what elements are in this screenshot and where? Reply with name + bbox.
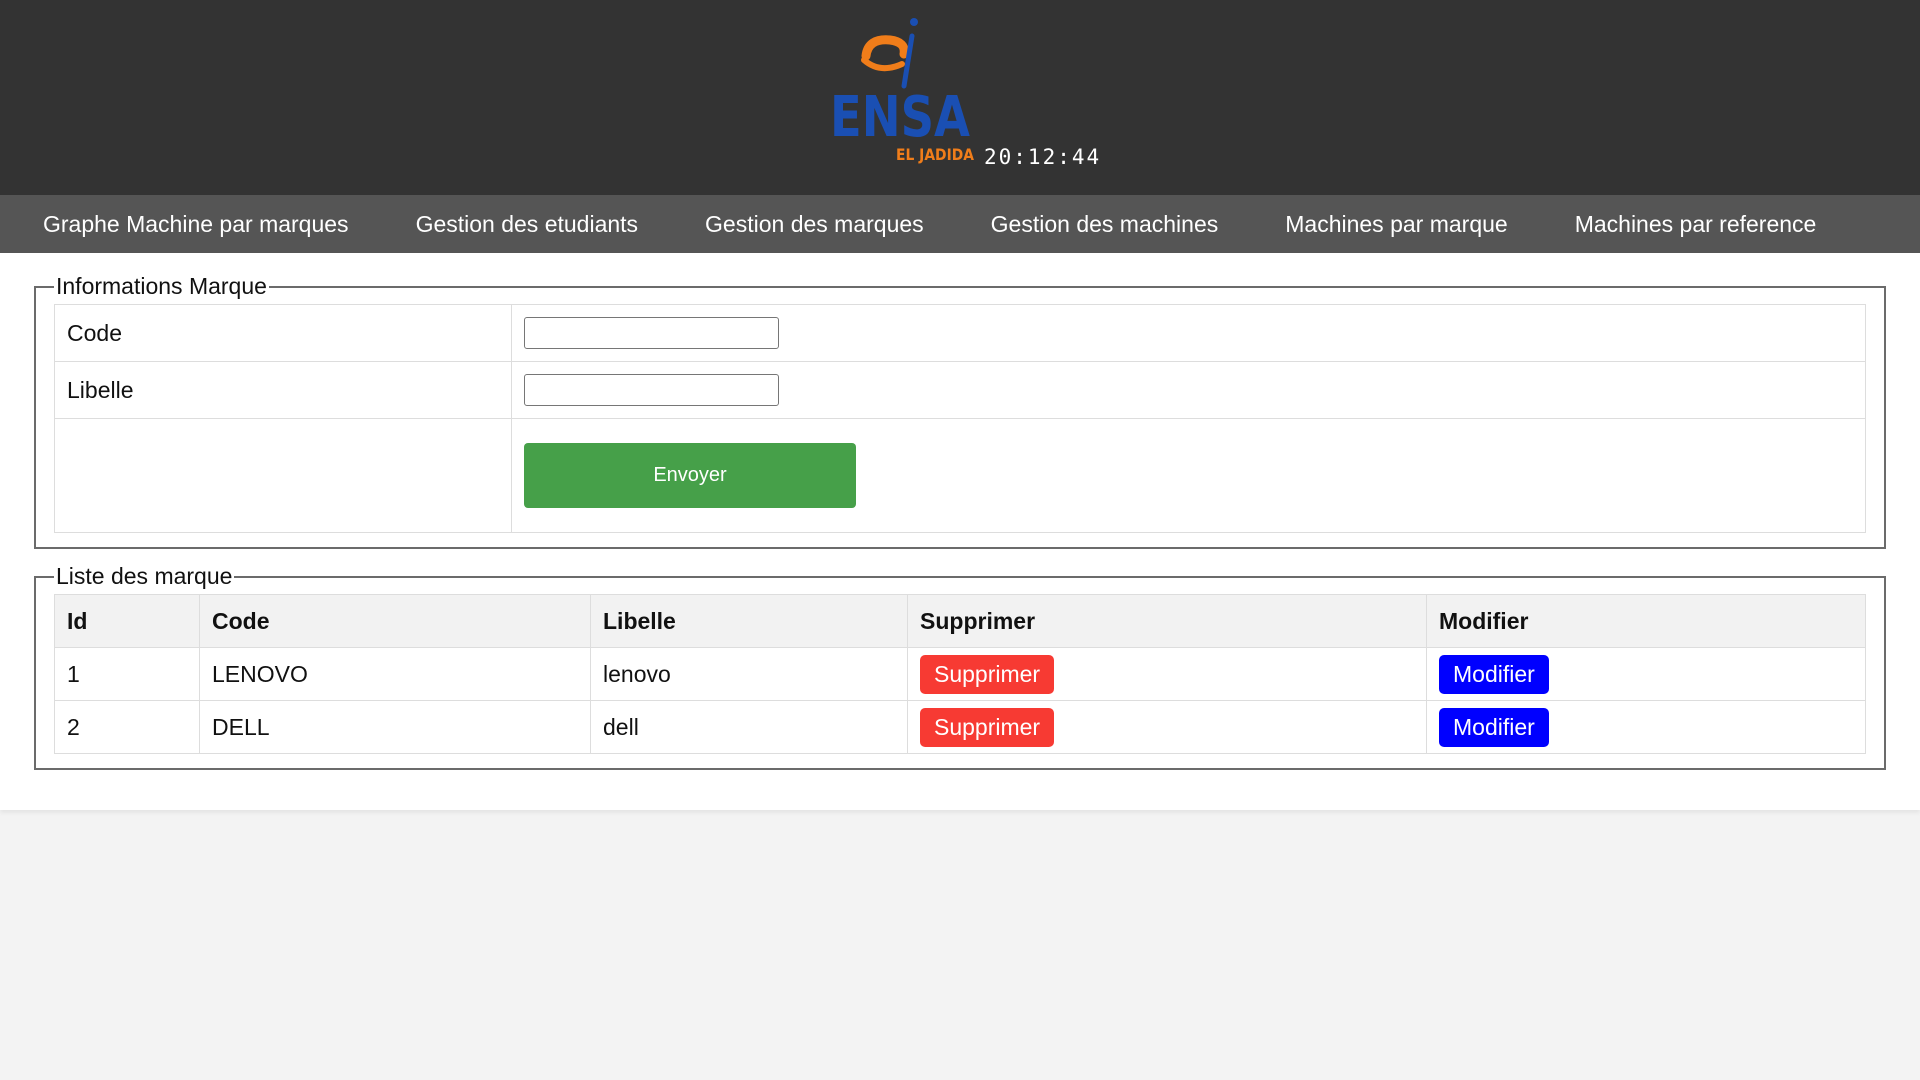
- code-input[interactable]: [524, 317, 779, 350]
- column-header-modifier: Modifier: [1426, 594, 1866, 648]
- nav-item-machines-par-reference[interactable]: Machines par reference: [1575, 211, 1817, 238]
- cell-code: LENOVO: [199, 647, 591, 701]
- column-header-id: Id: [54, 594, 200, 648]
- cell-id: 1: [54, 647, 200, 701]
- table-header-row: Id Code Libelle Supprimer Modifier: [54, 594, 1866, 648]
- code-input-cell: [511, 304, 1866, 362]
- column-header-supprimer: Supprimer: [907, 594, 1427, 648]
- marque-list-legend: Liste des marque: [56, 563, 233, 589]
- svg-text:ENSA: ENSA: [830, 85, 971, 150]
- submit-cell: Envoyer: [511, 418, 1866, 533]
- cell-libelle: lenovo: [590, 647, 908, 701]
- cell-libelle: dell: [590, 700, 908, 754]
- form-row-submit: Envoyer: [54, 418, 1866, 533]
- cell-modifier: Modifier: [1426, 700, 1866, 754]
- marque-list-fieldset: Liste des marque Id Code Libelle Supprim…: [34, 563, 1886, 770]
- cell-supprimer: Supprimer: [907, 647, 1427, 701]
- code-label: Code: [54, 304, 512, 362]
- libelle-input-cell: [511, 361, 1866, 419]
- empty-cell: [54, 418, 512, 533]
- supprimer-button[interactable]: Supprimer: [920, 707, 1055, 747]
- nav-item-gestion-etudiants[interactable]: Gestion des etudiants: [416, 211, 638, 238]
- marque-form-legend: Informations Marque: [56, 273, 267, 299]
- ensa-logo: ENSA EL JADIDA: [830, 18, 975, 164]
- nav-item-gestion-marques[interactable]: Gestion des marques: [705, 211, 924, 238]
- column-header-code: Code: [199, 594, 591, 648]
- cell-id: 2: [54, 700, 200, 754]
- column-header-libelle: Libelle: [590, 594, 908, 648]
- marque-form-fieldset: Informations Marque Code Libelle Envoyer: [34, 273, 1886, 549]
- form-row-libelle: Libelle: [54, 361, 1866, 419]
- envoyer-button[interactable]: Envoyer: [524, 443, 856, 508]
- cell-supprimer: Supprimer: [907, 700, 1427, 754]
- form-row-code: Code: [54, 304, 1866, 362]
- main-nav: Graphe Machine par marques Gestion des e…: [0, 195, 1920, 253]
- supprimer-button[interactable]: Supprimer: [920, 654, 1055, 694]
- modifier-button[interactable]: Modifier: [1439, 654, 1549, 694]
- table-row: 2 DELL dell Supprimer Modifier: [54, 700, 1866, 754]
- modifier-button[interactable]: Modifier: [1439, 707, 1549, 747]
- clock: 20:12:44: [984, 145, 1102, 169]
- nav-item-graphe-machine[interactable]: Graphe Machine par marques: [43, 211, 349, 238]
- main-content: Informations Marque Code Libelle Envoyer: [0, 253, 1920, 810]
- marque-list-table: Id Code Libelle Supprimer Modifier 1 LEN…: [54, 594, 1866, 754]
- table-row: 1 LENOVO lenovo Supprimer Modifier: [54, 647, 1866, 701]
- marque-form-table: Code Libelle Envoyer: [54, 304, 1866, 533]
- svg-text:EL JADIDA: EL JADIDA: [896, 145, 975, 164]
- header: ENSA EL JADIDA 20:12:44: [0, 0, 1920, 195]
- libelle-label: Libelle: [54, 361, 512, 419]
- cell-code: DELL: [199, 700, 591, 754]
- nav-item-gestion-machines[interactable]: Gestion des machines: [991, 211, 1219, 238]
- cell-modifier: Modifier: [1426, 647, 1866, 701]
- libelle-input[interactable]: [524, 374, 779, 407]
- nav-item-machines-par-marque[interactable]: Machines par marque: [1285, 211, 1507, 238]
